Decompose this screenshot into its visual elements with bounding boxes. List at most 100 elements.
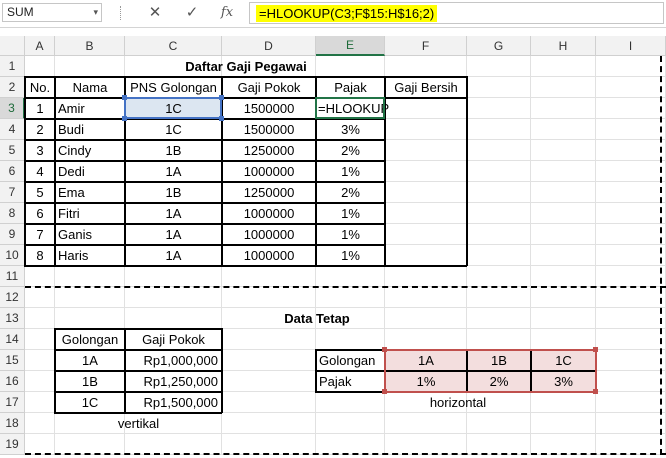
header-gaji-bersih[interactable]: Gaji Bersih [385, 77, 467, 98]
employee-no[interactable]: 1 [25, 98, 55, 119]
header-golongan[interactable]: PNS Golongan [125, 77, 222, 98]
row-header-15[interactable]: 15 [0, 350, 25, 371]
employee-pajak[interactable]: 2% [316, 140, 385, 161]
employee-pajak[interactable]: 2% [316, 182, 385, 203]
formula-text[interactable]: =HLOOKUP(C3;F$15:H$16;2) [256, 5, 438, 22]
column-header-a[interactable]: A [25, 36, 55, 56]
employee-pajak[interactable]: 3% [316, 119, 385, 140]
employee-pajak[interactable]: 1% [316, 161, 385, 182]
column-header-b[interactable]: B [55, 36, 125, 56]
employee-pajak[interactable]: 1% [316, 203, 385, 224]
row-header-6[interactable]: 6 [0, 161, 25, 182]
row-header-19[interactable]: 19 [0, 434, 25, 455]
row-header-7[interactable]: 7 [0, 182, 25, 203]
employee-name[interactable]: Dedi [55, 161, 125, 182]
employee-gaji-pokok[interactable]: 1000000 [222, 203, 316, 224]
employee-no[interactable]: 4 [25, 161, 55, 182]
row-header-3[interactable]: 3 [0, 98, 25, 119]
employee-golongan[interactable]: 1B [125, 182, 222, 203]
employee-gaji-pokok[interactable]: 1500000 [222, 98, 316, 119]
formula-input[interactable]: =HLOOKUP(C3;F$15:H$16;2) [249, 2, 664, 24]
employee-golongan[interactable]: 1A [125, 203, 222, 224]
row-header-13[interactable]: 13 [0, 308, 25, 329]
row-header-10[interactable]: 10 [0, 245, 25, 266]
employee-no[interactable]: 2 [25, 119, 55, 140]
employee-name[interactable]: Budi [55, 119, 125, 140]
horizontal-label-pajak[interactable]: Pajak [316, 371, 385, 392]
employee-name[interactable]: Amir [55, 98, 125, 119]
row-header-11[interactable]: 11 [0, 266, 25, 287]
employee-no[interactable]: 5 [25, 182, 55, 203]
row-header-16[interactable]: 16 [0, 371, 25, 392]
employee-name[interactable]: Haris [55, 245, 125, 266]
row-header-8[interactable]: 8 [0, 203, 25, 224]
column-header-d[interactable]: D [222, 36, 316, 56]
confirm-icon[interactable]: ✓ [178, 3, 206, 23]
vertical-golongan[interactable]: 1C [55, 392, 125, 413]
employee-no[interactable]: 8 [25, 245, 55, 266]
horizontal-label-golongan[interactable]: Golongan [316, 350, 385, 371]
vertical-gaji-pokok[interactable]: Rp1,250,000 [125, 371, 222, 392]
header-nama[interactable]: Nama [55, 77, 125, 98]
employee-pajak[interactable]: 1% [316, 224, 385, 245]
vertical-header[interactable]: Gaji Pokok [125, 329, 222, 350]
row-header-1[interactable]: 1 [0, 56, 25, 77]
row-header-4[interactable]: 4 [0, 119, 25, 140]
employee-name[interactable]: Ema [55, 182, 125, 203]
name-box[interactable]: SUM ▾ [2, 3, 102, 22]
horizontal-pajak[interactable]: 1% [385, 371, 467, 392]
vertical-golongan[interactable]: 1A [55, 350, 125, 371]
employee-golongan[interactable]: 1A [125, 161, 222, 182]
vertical-gaji-pokok[interactable]: Rp1,000,000 [125, 350, 222, 371]
employee-gaji-pokok[interactable]: 1250000 [222, 182, 316, 203]
employee-pajak[interactable]: 1% [316, 245, 385, 266]
employee-gaji-pokok[interactable]: 1250000 [222, 140, 316, 161]
employee-no[interactable]: 6 [25, 203, 55, 224]
select-all-corner[interactable] [0, 36, 25, 56]
employee-gaji-pokok[interactable]: 1000000 [222, 224, 316, 245]
row-header-17[interactable]: 17 [0, 392, 25, 413]
red-ref-handle[interactable] [382, 347, 387, 352]
horizontal-golongan[interactable]: 1C [531, 350, 596, 371]
employee-name[interactable]: Fitri [55, 203, 125, 224]
employee-gaji-pokok[interactable]: 1000000 [222, 161, 316, 182]
vertical-gaji-pokok[interactable]: Rp1,500,000 [125, 392, 222, 413]
header-gaji-pokok[interactable]: Gaji Pokok [222, 77, 316, 98]
red-ref-handle[interactable] [593, 389, 598, 394]
column-header-e[interactable]: E [316, 36, 385, 56]
column-header-h[interactable]: H [531, 36, 596, 56]
column-header-f[interactable]: F [385, 36, 467, 56]
row-header-9[interactable]: 9 [0, 224, 25, 245]
row-header-12[interactable]: 12 [0, 287, 25, 308]
employee-gaji-pokok[interactable]: 1000000 [222, 245, 316, 266]
employee-gaji-pokok[interactable]: 1500000 [222, 119, 316, 140]
cancel-icon[interactable]: ✕ [141, 3, 169, 23]
vertical-golongan[interactable]: 1B [55, 371, 125, 392]
horizontal-pajak[interactable]: 3% [531, 371, 596, 392]
horizontal-pajak[interactable]: 2% [467, 371, 531, 392]
employee-golongan[interactable]: 1A [125, 224, 222, 245]
employee-name[interactable]: Cindy [55, 140, 125, 161]
employee-no[interactable]: 7 [25, 224, 55, 245]
column-header-g[interactable]: G [467, 36, 531, 56]
horizontal-golongan[interactable]: 1A [385, 350, 467, 371]
employee-golongan[interactable]: 1C [125, 119, 222, 140]
row-header-5[interactable]: 5 [0, 140, 25, 161]
row-header-2[interactable]: 2 [0, 77, 25, 98]
employee-name[interactable]: Ganis [55, 224, 125, 245]
header-pajak[interactable]: Pajak [316, 77, 385, 98]
column-header-i[interactable]: I [596, 36, 666, 56]
function-icon[interactable]: fx [213, 3, 241, 23]
employee-golongan[interactable]: 1C [125, 98, 222, 119]
column-header-c[interactable]: C [125, 36, 222, 56]
header-no[interactable]: No. [25, 77, 55, 98]
red-ref-handle[interactable] [593, 347, 598, 352]
horizontal-caption[interactable]: horizontal [385, 392, 531, 413]
horizontal-golongan[interactable]: 1B [467, 350, 531, 371]
employee-golongan[interactable]: 1A [125, 245, 222, 266]
employee-no[interactable]: 3 [25, 140, 55, 161]
vertical-caption[interactable]: vertikal [55, 413, 222, 434]
chevron-down-icon[interactable]: ▾ [93, 4, 98, 21]
vertical-header[interactable]: Golongan [55, 329, 125, 350]
row-header-14[interactable]: 14 [0, 329, 25, 350]
